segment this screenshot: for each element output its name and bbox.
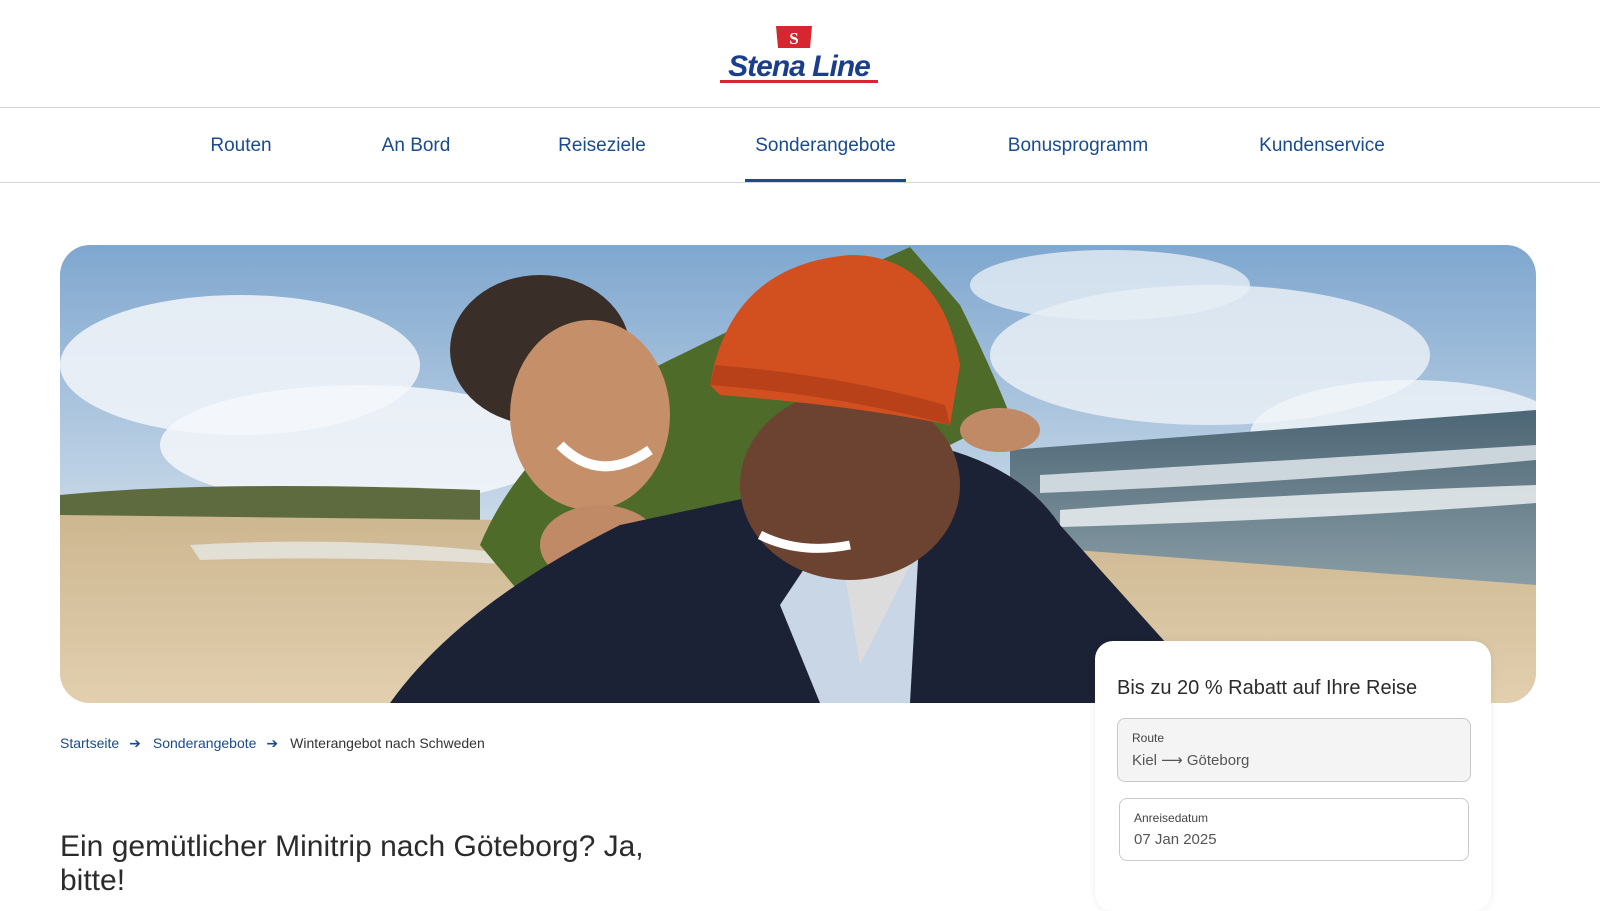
departure-date-label: Anreisedatum bbox=[1134, 811, 1209, 825]
breadcrumb: Startseite ➔ Sonderangebote ➔ Winterange… bbox=[60, 733, 485, 753]
offer-title: Bis zu 20 % Rabatt auf Ihre Reise bbox=[1117, 677, 1418, 699]
departure-date-field[interactable]: Anreisedatum 07 Jan 2025 bbox=[1119, 798, 1469, 861]
logo-underline bbox=[720, 80, 878, 83]
nav-item-sonderangebote[interactable]: Sonderangebote bbox=[745, 109, 906, 182]
offer-booking-card: Bis zu 20 % Rabatt auf Ihre Reise Route … bbox=[1095, 641, 1491, 911]
route-field-label: Route bbox=[1132, 731, 1165, 745]
main-navigation: Routen An Bord Reiseziele Sonderangebote… bbox=[0, 109, 1600, 183]
breadcrumb-startseite[interactable]: Startseite bbox=[60, 735, 119, 751]
breadcrumb-sonderangebote[interactable]: Sonderangebote bbox=[153, 735, 257, 751]
nav-item-routen[interactable]: Routen bbox=[208, 109, 274, 182]
logo-flag-icon: S bbox=[776, 26, 812, 48]
arrow-right-icon: ➔ bbox=[129, 734, 141, 751]
nav-item-bonusprogramm[interactable]: Bonusprogramm bbox=[1004, 109, 1152, 182]
nav-item-kundenservice[interactable]: Kundenservice bbox=[1257, 109, 1387, 182]
route-field-value: Kiel ⟶ Göteborg bbox=[1132, 752, 1250, 769]
logo-wordmark: Stena Line bbox=[728, 50, 871, 83]
nav-item-reiseziele[interactable]: Reiseziele bbox=[558, 109, 646, 182]
stena-line-logo[interactable]: S Stena Line bbox=[718, 24, 880, 84]
page-title: Ein gemütlicher Minitrip nach Göteborg? … bbox=[60, 830, 644, 897]
route-field[interactable]: Route Kiel ⟶ Göteborg bbox=[1117, 718, 1471, 782]
site-header: S Stena Line bbox=[0, 0, 1600, 108]
breadcrumb-current: Winterangebot nach Schweden bbox=[290, 735, 485, 751]
arrow-right-icon: ➔ bbox=[266, 734, 279, 751]
hero-image bbox=[60, 245, 1536, 703]
hero-beach-couple-illustration bbox=[60, 245, 1536, 703]
departure-date-value: 07 Jan 2025 bbox=[1134, 831, 1217, 848]
nav-item-an-bord[interactable]: An Bord bbox=[380, 109, 452, 182]
logo-flag-letter: S bbox=[789, 29, 798, 48]
